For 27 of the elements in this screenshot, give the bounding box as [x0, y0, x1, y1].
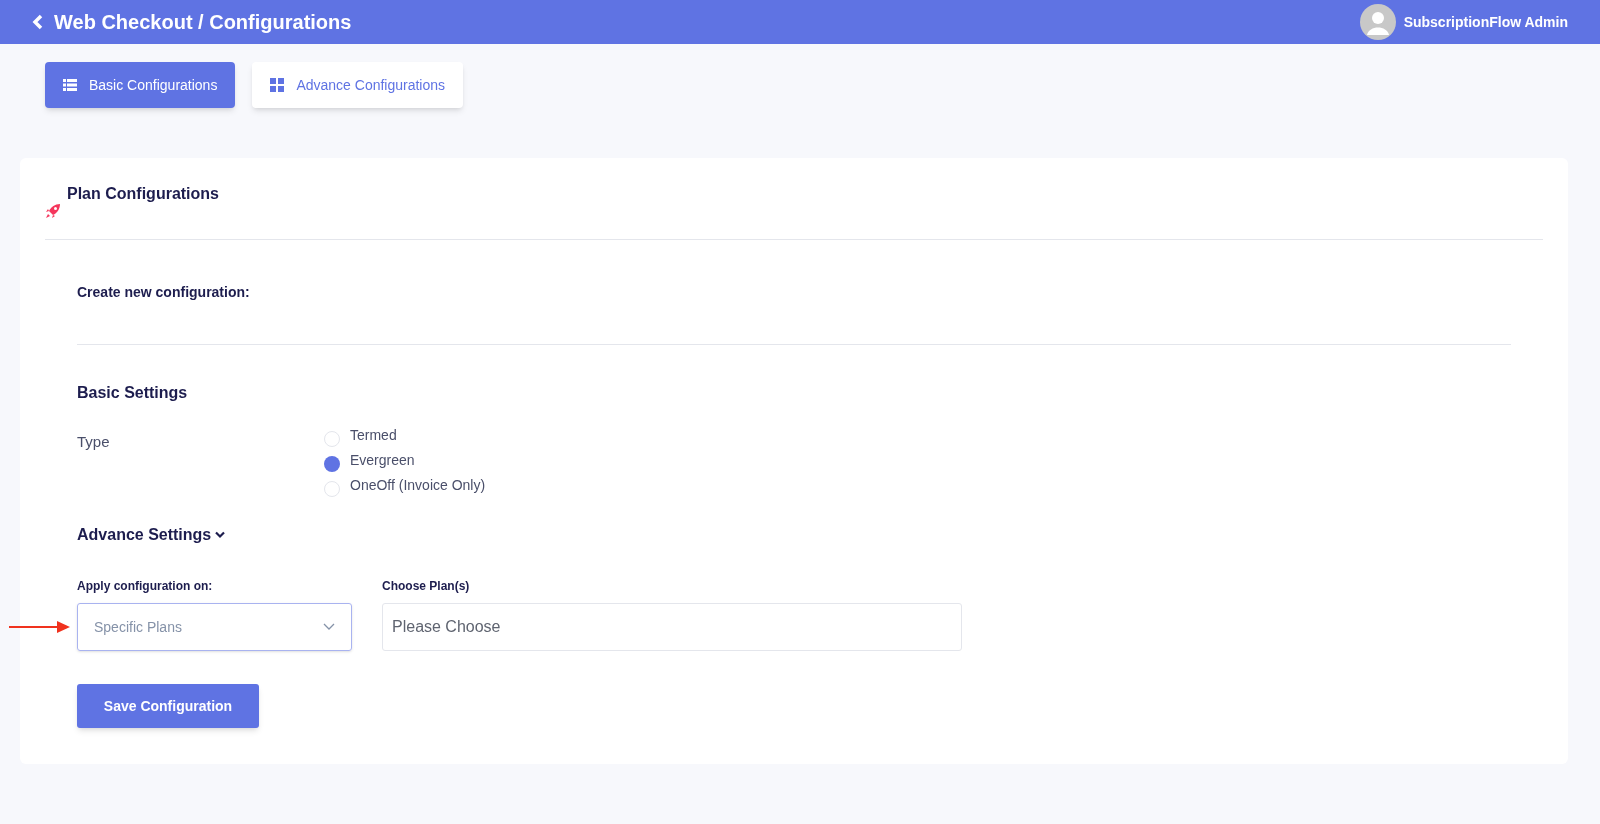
- field-label: Type: [77, 432, 111, 452]
- save-configuration-button[interactable]: Save Configuration: [77, 684, 259, 728]
- configuration-tab[interactable]: Advance Configurations: [252, 62, 464, 108]
- field-label: Choose Plan(s): [382, 578, 470, 595]
- back-chevron-icon[interactable]: [32, 14, 44, 30]
- radio-button[interactable]: [324, 481, 340, 497]
- pointer-arrow: [9, 620, 71, 634]
- card-title: Plan Configurations: [67, 184, 219, 204]
- grid-icon: [270, 78, 285, 92]
- radio-label: Termed: [350, 426, 397, 445]
- radio-button[interactable]: [324, 431, 340, 447]
- radio-label: OneOff (Invoice Only): [350, 476, 486, 495]
- apply-configuration-dropdown[interactable]: Specific Plans: [77, 603, 352, 651]
- plans-input-field[interactable]: Please Choose: [382, 603, 962, 651]
- rocket-icon: [45, 202, 61, 219]
- list-icon: [63, 79, 77, 91]
- section-heading: Basic Settings: [77, 383, 188, 403]
- avatar-icon[interactable]: [1359, 4, 1396, 40]
- page-title: Web Checkout / Configurations: [54, 10, 352, 35]
- radio-button[interactable]: [324, 456, 340, 472]
- radio-label: Evergreen: [350, 451, 415, 470]
- chevron-down-icon: [323, 623, 335, 631]
- user-name[interactable]: SubscriptionFlow Admin: [1403, 11, 1568, 33]
- section-subtitle: Create new configuration:: [77, 282, 250, 302]
- advance-settings-toggle[interactable]: Advance Settings: [77, 523, 226, 547]
- field-label: Apply configuration on:: [77, 578, 213, 595]
- configuration-tab[interactable]: Basic Configurations: [45, 62, 236, 108]
